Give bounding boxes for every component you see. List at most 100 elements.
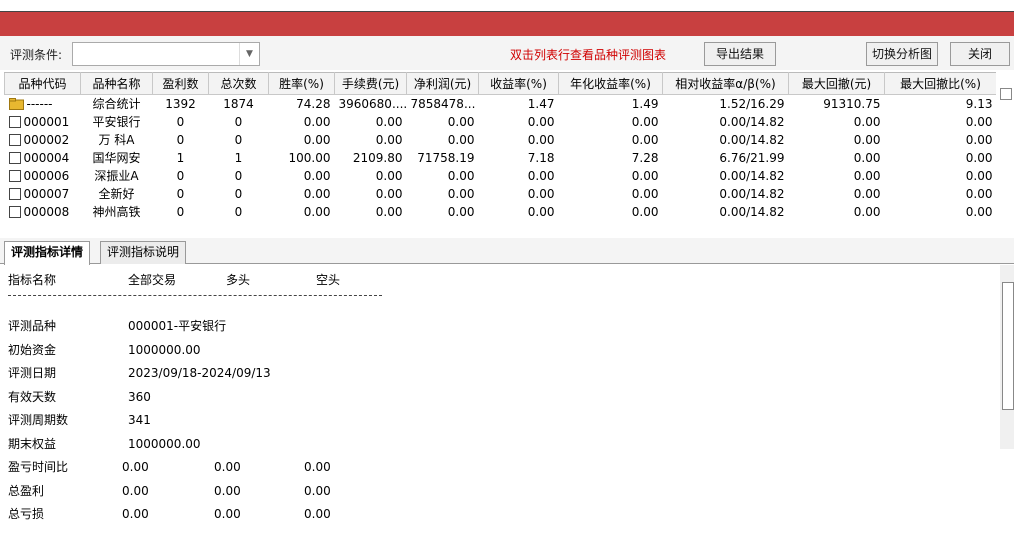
row-code-text: 000006 [23, 169, 70, 183]
row-rate: 100.00 [288, 151, 331, 165]
row-total: 0 [234, 133, 243, 147]
row-checkbox[interactable] [8, 134, 21, 146]
row-return: 0.00 [527, 169, 555, 183]
row-drawdown-ratio: 0.00 [965, 115, 993, 129]
row-fee: 2109.80 [352, 151, 403, 165]
row-drawdown: 0.00 [853, 169, 881, 183]
metric-label: 评测品种 [8, 319, 57, 333]
row-win: 0 [176, 205, 185, 219]
col-header[interactable]: 最大回撤(元) [788, 72, 885, 95]
row-code: 000002 [5, 131, 81, 149]
row-return: 7.18 [527, 151, 555, 165]
row-name: 深振业A [94, 169, 139, 183]
row-drawdown: 0.00 [853, 133, 881, 147]
row-profit: 0.00 [447, 205, 475, 219]
row-alpha-beta: 0.00/14.82 [719, 115, 785, 129]
row-annual: 1.49 [631, 97, 659, 111]
table-row[interactable]: 000006 深振业A 0 0 0.00 0.00 0.00 0.00 0.00 0.00/14.… [5, 167, 997, 185]
col-header[interactable]: 手续费(元) [334, 72, 407, 95]
row-checkbox[interactable] [8, 170, 21, 182]
row-name: 万 科A [98, 133, 135, 147]
row-win: 1392 [165, 97, 196, 111]
row-name: 平安银行 [92, 115, 141, 129]
window-top-edge [0, 0, 1014, 12]
metric-value-long: 0.00 [214, 460, 241, 474]
row-code-text: 000008 [23, 205, 70, 219]
row-total: 0 [234, 115, 243, 129]
tab-metric-details[interactable]: 评测指标详情 [4, 241, 91, 265]
metric-label: 有效天数 [8, 389, 57, 404]
row-win: 0 [176, 169, 185, 183]
col-header[interactable]: 相对收益率α/β(%) [662, 72, 789, 95]
table-row[interactable]: 000008 神州高铁 0 0 0.00 0.00 0.00 0.00 0.00 0.00/14.… [5, 203, 997, 221]
table-row[interactable]: ------ 综合统计 1392 1874 74.28 3960680.... 785847… [5, 95, 997, 114]
scrollbar-thumb[interactable] [1002, 282, 1014, 410]
col-header[interactable]: 收益率(%) [478, 72, 559, 95]
col-header[interactable]: 品种名称 [80, 72, 153, 95]
row-code-text: 000007 [23, 187, 70, 201]
row-rate: 0.00 [303, 169, 331, 183]
metric-value-short: 0.00 [304, 483, 331, 498]
row-total: 1 [234, 151, 243, 165]
scrollbar-thumb[interactable] [1000, 88, 1012, 100]
row-checkbox[interactable] [8, 116, 21, 128]
row-win: 0 [176, 187, 185, 201]
row-annual: 0.00 [631, 187, 659, 201]
row-fee: 0.00 [375, 205, 403, 219]
row-drawdown-ratio: 0.00 [965, 151, 993, 165]
table-row[interactable]: 000004 国华网安 1 1 100.00 2109.80 71758.19 7.18 7.2… [5, 149, 997, 167]
folder-icon [8, 97, 24, 110]
col-header[interactable]: 净利润(元) [406, 72, 479, 95]
toolbar: 评测条件: ▼ 双击列表行查看品种评测图表 导出结果 切换分析图 关闭 [0, 36, 1014, 70]
row-drawdown: 0.00 [853, 151, 881, 165]
col-header[interactable]: 胜率(%) [268, 72, 335, 95]
row-fee: 3960680.... [338, 97, 407, 111]
row-annual: 7.28 [631, 151, 659, 165]
row-checkbox[interactable] [8, 152, 21, 164]
row-rate: 0.00 [303, 115, 331, 129]
row-annual: 0.00 [631, 133, 659, 147]
results-table[interactable]: 品种代码 品种名称 盈利数 总次数 胜率(%) 手续费(元) 净利润(元) 收益… [4, 72, 996, 232]
close-button[interactable]: 关闭 [950, 42, 1010, 66]
row-name: 全新好 [98, 187, 135, 201]
table-row[interactable]: 000007 全新好 0 0 0.00 0.00 0.00 0.00 0.00 0.00/14.8… [5, 185, 997, 203]
row-name: 国华网安 [92, 151, 141, 165]
row-alpha-beta: 0.00/14.82 [719, 205, 785, 219]
divider [8, 295, 382, 296]
row-checkbox[interactable] [8, 188, 21, 200]
row-rate: 0.00 [303, 187, 331, 201]
row-profit: 0.00 [447, 133, 475, 147]
row-alpha-beta: 6.76/21.99 [719, 151, 785, 165]
export-button[interactable]: 导出结果 [704, 42, 776, 66]
col-header[interactable]: 年化收益率(%) [558, 72, 663, 95]
col-header[interactable]: 最大回撤比(%) [884, 72, 996, 95]
table-row[interactable]: 000001 平安银行 0 0 0.00 0.00 0.00 0.00 0.00 0.00/14.… [5, 113, 997, 131]
table-header: 品种代码 品种名称 盈利数 总次数 胜率(%) 手续费(元) 净利润(元) 收益… [4, 72, 996, 95]
row-drawdown-ratio: 0.00 [965, 169, 993, 183]
title-bar-red [0, 12, 1014, 36]
condition-label: 评测条件: [10, 48, 63, 62]
row-annual: 0.00 [631, 115, 659, 129]
row-rate: 0.00 [303, 133, 331, 147]
row-return: 0.00 [527, 115, 555, 129]
col-header[interactable]: 品种代码 [4, 72, 81, 95]
condition-select[interactable]: ▼ [72, 42, 260, 66]
chevron-down-icon[interactable]: ▼ [239, 43, 259, 65]
metric-value-short: 0.00 [304, 507, 331, 521]
metric-value-all: 0.00 [122, 460, 149, 474]
col-header[interactable]: 盈利数 [152, 72, 209, 95]
row-checkbox[interactable] [8, 206, 21, 218]
row-rate: 74.28 [296, 97, 331, 111]
row-return: 0.00 [527, 133, 555, 147]
tab-metric-help[interactable]: 评测指标说明 [100, 241, 187, 264]
metric-value-all: 360 [128, 389, 151, 404]
col-header[interactable]: 总次数 [208, 72, 269, 95]
detail-header-short: 空头 [316, 273, 341, 287]
metric-value-long: 0.00 [214, 507, 241, 521]
row-profit: 0.00 [447, 115, 475, 129]
row-win: 1 [176, 151, 185, 165]
table-row[interactable]: 000002 万 科A 0 0 0.00 0.00 0.00 0.00 0.00 0.00/14.… [5, 131, 997, 149]
row-code: 000008 [5, 203, 81, 221]
switch-chart-button[interactable]: 切换分析图 [866, 42, 938, 66]
detail-panel: 指标名称 全部交易 多头 空头 评测品种 000001-平安银行 初始资金 10000… [0, 265, 1000, 534]
